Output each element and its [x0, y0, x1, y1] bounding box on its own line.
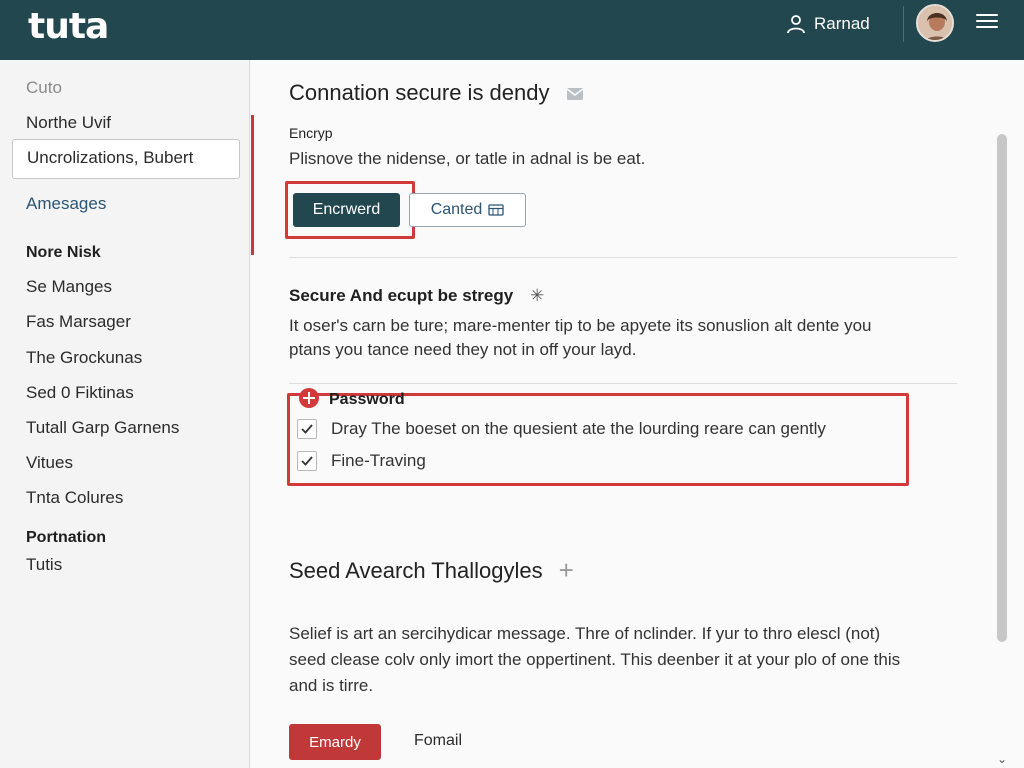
sidebar-item[interactable]: Tutis	[26, 555, 62, 575]
password-label: Password	[329, 391, 405, 408]
section2-title: Seed Avearch Thallogyles +	[289, 555, 574, 586]
email-link[interactable]: Fomail	[414, 732, 462, 750]
section2-text: seed clease colv only imort the oppertin…	[289, 650, 901, 669]
sidebar: Cuto Northe Uvif Uncrolizations, Bubert …	[0, 60, 250, 768]
checkbox-label: Fine-Traving	[331, 451, 426, 470]
sidebar-section-heading: Portnation	[26, 529, 106, 546]
sidebar-section-heading: Nore Nisk	[26, 244, 101, 261]
plus-icon[interactable]: +	[559, 555, 574, 586]
hamburger-menu-icon[interactable]	[974, 10, 1000, 36]
header-divider	[903, 6, 904, 42]
sidebar-item[interactable]: Tnta Colures	[26, 488, 123, 508]
section-divider	[289, 257, 957, 258]
user-name: Rarnad	[814, 14, 870, 33]
calendar-icon	[488, 204, 504, 216]
description-text: Plisnove the nidense, or tatle in adnal …	[289, 149, 646, 168]
sparkle-icon: ✳	[529, 286, 545, 305]
section2-title-text: Seed Avearch Thallogyles	[289, 557, 543, 583]
checkbox-row[interactable]: Fine-Traving	[297, 451, 426, 471]
sidebar-item[interactable]: Se Manges	[26, 277, 112, 297]
checkbox-row[interactable]: Dray The boeset on the quesient ate the …	[297, 419, 826, 439]
sidebar-item[interactable]: Fas Marsager	[26, 312, 131, 332]
section-title: Secure And ecupt be stregy ✳	[289, 286, 544, 306]
section2-text: and is tirre.	[289, 676, 374, 695]
sidebar-item[interactable]: Sed 0 Fiktinas	[26, 383, 134, 403]
app-header: tuta Rarnad	[0, 0, 1024, 60]
cancel-button[interactable]: Canted	[409, 193, 526, 227]
check-icon	[301, 424, 313, 434]
sidebar-item[interactable]: Amesages	[26, 194, 106, 214]
user-menu[interactable]: Rarnad	[786, 0, 870, 48]
plus-icon	[299, 388, 319, 408]
section-text: ptans you tance need they not in off you…	[289, 340, 637, 359]
emergency-button[interactable]: Emardy	[289, 724, 381, 760]
sidebar-item[interactable]: The Grockunas	[26, 348, 142, 368]
scrollbar-thumb[interactable]	[997, 134, 1007, 642]
checkbox[interactable]	[297, 419, 317, 439]
accent-bar	[251, 115, 254, 255]
encryption-label: Encryp	[289, 125, 333, 141]
page-title: Connation secure is dendy	[289, 80, 584, 106]
checkbox[interactable]	[297, 451, 317, 471]
avatar[interactable]	[916, 4, 954, 42]
section2-text: Selief is art an sercihydicar message. T…	[289, 624, 881, 643]
section-text: It oser's carn be ture; mare-menter tip …	[289, 316, 872, 335]
page-title-text: Connation secure is dendy	[289, 80, 550, 105]
user-icon	[787, 15, 805, 34]
sidebar-item[interactable]: Tutall Garp Garnens	[26, 418, 179, 438]
cancel-button-label: Canted	[430, 201, 483, 218]
sidebar-item[interactable]: Cuto	[26, 78, 62, 98]
app-logo[interactable]: tuta	[28, 6, 109, 47]
chevron-down-icon[interactable]: ⌄	[997, 752, 1007, 766]
encrypt-button[interactable]: Encrwerd	[293, 193, 400, 227]
checkbox-label: Dray The boeset on the quesient ate the …	[331, 419, 826, 438]
section-title-text: Secure And ecupt be stregy	[289, 286, 514, 305]
main-content: Connation secure is dendy Encryp Plisnov…	[251, 60, 1024, 768]
sidebar-item[interactable]: Northe Uvif	[26, 113, 111, 133]
check-icon	[301, 456, 313, 466]
mail-icon	[566, 88, 584, 101]
sidebar-item[interactable]: Vitues	[26, 453, 73, 473]
sidebar-item-selected[interactable]: Uncrolizations, Bubert	[12, 139, 240, 179]
section-divider	[289, 383, 957, 384]
